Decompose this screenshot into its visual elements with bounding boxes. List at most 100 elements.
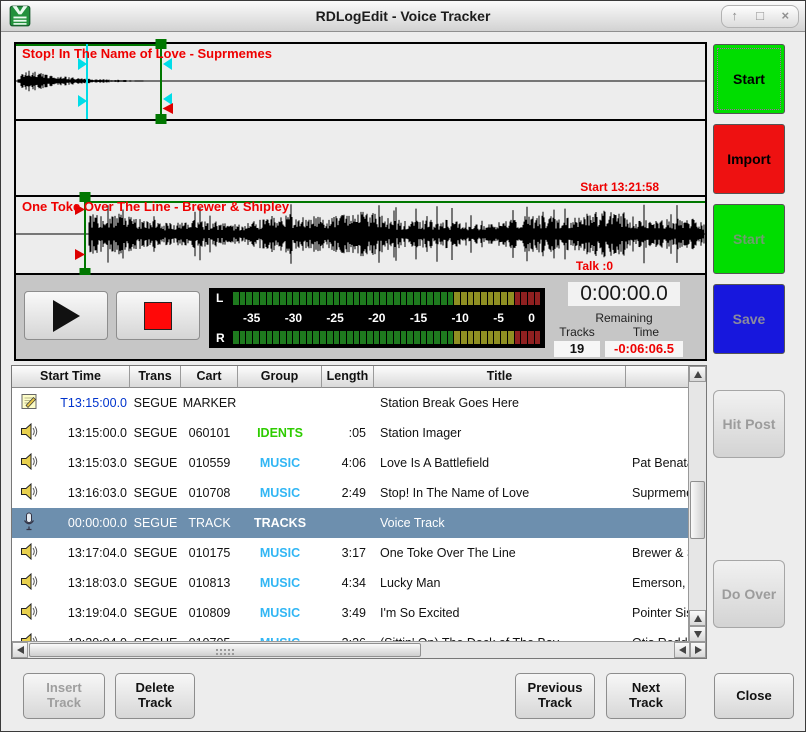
scroll-down-icon[interactable] — [689, 626, 706, 642]
log-row[interactable]: 13:16:03.0SEGUE010708MUSIC2:49Stop! In T… — [12, 478, 688, 508]
scroll-up-icon[interactable] — [689, 366, 706, 382]
meter-segment — [240, 292, 246, 305]
close-window-icon[interactable]: × — [773, 6, 798, 27]
titlebar[interactable]: RDLogEdit - Voice Tracker ↑ □ × — [1, 1, 805, 32]
meter-left-channel-label: L — [216, 291, 223, 305]
log-row[interactable]: 13:15:00.0SEGUE060101IDENTS:05Station Im… — [12, 418, 688, 448]
column-header-artist[interactable] — [626, 366, 690, 388]
shade-window-icon[interactable]: ↑ — [722, 6, 747, 27]
close-button[interactable]: Close — [714, 673, 794, 719]
meter-segment — [427, 331, 433, 344]
meter-segment — [354, 331, 360, 344]
next-track-button[interactable]: Next Track — [606, 673, 686, 719]
title-cell: Station Imager — [374, 426, 626, 440]
horizontal-scrollbar[interactable] — [12, 641, 706, 658]
import-button[interactable]: Import — [713, 124, 785, 194]
meter-segment — [267, 292, 273, 305]
title-cell: I'm So Excited — [374, 606, 626, 620]
vertical-scrollbar-thumb[interactable] — [690, 481, 705, 539]
tracks-remaining-label: Tracks — [554, 325, 600, 339]
start-time-cell: 13:18:03.0 — [42, 576, 130, 590]
scroll-right-icon[interactable] — [690, 642, 706, 658]
delete-track-button[interactable]: Delete Track — [115, 673, 195, 719]
scroll-left-icon[interactable] — [674, 642, 690, 658]
meter-segment — [441, 292, 447, 305]
meter-segment — [374, 331, 380, 344]
save-button[interactable]: Save — [713, 284, 785, 354]
start-time-column: T13:15:00.0 — [12, 393, 130, 413]
log-row[interactable]: 13:19:04.0SEGUE010809MUSIC3:49I'm So Exc… — [12, 598, 688, 628]
column-header-length[interactable]: Length — [322, 366, 374, 388]
transition-cell: SEGUE — [130, 456, 181, 470]
stop-button[interactable] — [116, 291, 200, 340]
log-row[interactable]: 13:15:03.0SEGUE010559MUSIC4:06Love Is A … — [12, 448, 688, 478]
maximize-window-icon[interactable]: □ — [747, 6, 772, 27]
artist-cell: Emerson, Lake & Palmer — [626, 576, 688, 590]
start-time-cell: 00:00:00.0 — [42, 516, 130, 530]
meter-scale-tick: -25 — [326, 311, 343, 325]
next-track-wave-panel[interactable]: One Toke Over The Line - Brewer & Shiple… — [16, 197, 705, 275]
meter-segment — [313, 331, 319, 344]
meter-scale-tick: -20 — [368, 311, 385, 325]
meter-segment — [367, 292, 373, 305]
meter-segment — [367, 331, 373, 344]
meter-right-bar — [233, 331, 540, 344]
window-controls: ↑ □ × — [721, 5, 799, 28]
meter-left-bar — [233, 292, 540, 305]
horizontal-scrollbar-thumb[interactable] — [29, 643, 421, 657]
column-header-trans[interactable]: Trans — [130, 366, 181, 388]
meter-segment — [421, 331, 427, 344]
cart-number-cell: 060101 — [181, 426, 238, 440]
meter-segment — [233, 292, 239, 305]
record-start-button[interactable]: Start — [713, 44, 785, 114]
meter-segment — [481, 292, 487, 305]
log-row[interactable]: 00:00:00.0SEGUETRACKTRACKSVoice Track — [12, 508, 688, 538]
meter-segment — [461, 331, 467, 344]
log-table-body: T13:15:00.0SEGUEMARKERStation Break Goes… — [12, 388, 688, 641]
meter-segment — [233, 331, 239, 344]
meter-segment — [327, 292, 333, 305]
do-over-button[interactable]: Do Over — [713, 560, 785, 628]
meter-right-channel-label: R — [216, 331, 225, 345]
column-header-title[interactable]: Title — [374, 366, 626, 388]
previous-track-wave-panel[interactable]: Stop! In The Name of Love - Suprmemes — [16, 44, 705, 121]
log-row[interactable]: T13:15:00.0SEGUEMARKERStation Break Goes… — [12, 388, 688, 418]
stop-icon — [144, 302, 172, 330]
meter-segment — [427, 292, 433, 305]
insert-track-button[interactable]: Insert Track — [23, 673, 105, 719]
log-row[interactable]: 13:20:04.0SEGUE010705MUSIC3:36(Sittin' O… — [12, 628, 688, 641]
vertical-scrollbar[interactable] — [688, 366, 706, 642]
play-start-button[interactable]: Start — [713, 204, 785, 274]
meter-segment — [313, 292, 319, 305]
log-row[interactable]: 13:18:03.0SEGUE010813MUSIC4:34Lucky ManE… — [12, 568, 688, 598]
transition-cell: SEGUE — [130, 606, 181, 620]
start-time-column: 13:18:03.0 — [12, 573, 130, 593]
scroll-left-icon[interactable] — [12, 642, 28, 658]
start-time-column: 13:20:04.0 — [12, 633, 130, 641]
log-row[interactable]: 13:17:04.0SEGUE010175MUSIC3:17One Toke O… — [12, 538, 688, 568]
meter-segment — [360, 331, 366, 344]
play-button[interactable] — [24, 291, 108, 340]
note-marker-icon — [12, 393, 42, 413]
meter-segment — [334, 331, 340, 344]
meter-segment — [454, 292, 460, 305]
meter-segment — [320, 331, 326, 344]
cart-number-cell: 010559 — [181, 456, 238, 470]
cart-number-cell: 010813 — [181, 576, 238, 590]
column-header-group[interactable]: Group — [238, 366, 322, 388]
meter-scale-tick: -35 — [243, 311, 260, 325]
meter-segment — [515, 292, 521, 305]
column-header-start-time[interactable]: Start Time — [12, 366, 130, 388]
start-time-column: 13:15:03.0 — [12, 453, 130, 473]
meter-segment — [260, 292, 266, 305]
column-header-cart[interactable]: Cart — [181, 366, 238, 388]
length-cell: 4:06 — [322, 456, 374, 470]
log-table-header[interactable]: Start TimeTransCartGroupLengthTitle — [12, 366, 688, 388]
meter-segment — [515, 331, 521, 344]
scroll-up-icon[interactable] — [689, 610, 706, 626]
voicetrack-empty-panel[interactable]: Start 13:21:58 — [16, 121, 705, 197]
meter-segment — [300, 331, 306, 344]
previous-track-button[interactable]: Previous Track — [515, 673, 595, 719]
length-cell: 3:17 — [322, 546, 374, 560]
hit-post-button[interactable]: Hit Post — [713, 390, 785, 458]
